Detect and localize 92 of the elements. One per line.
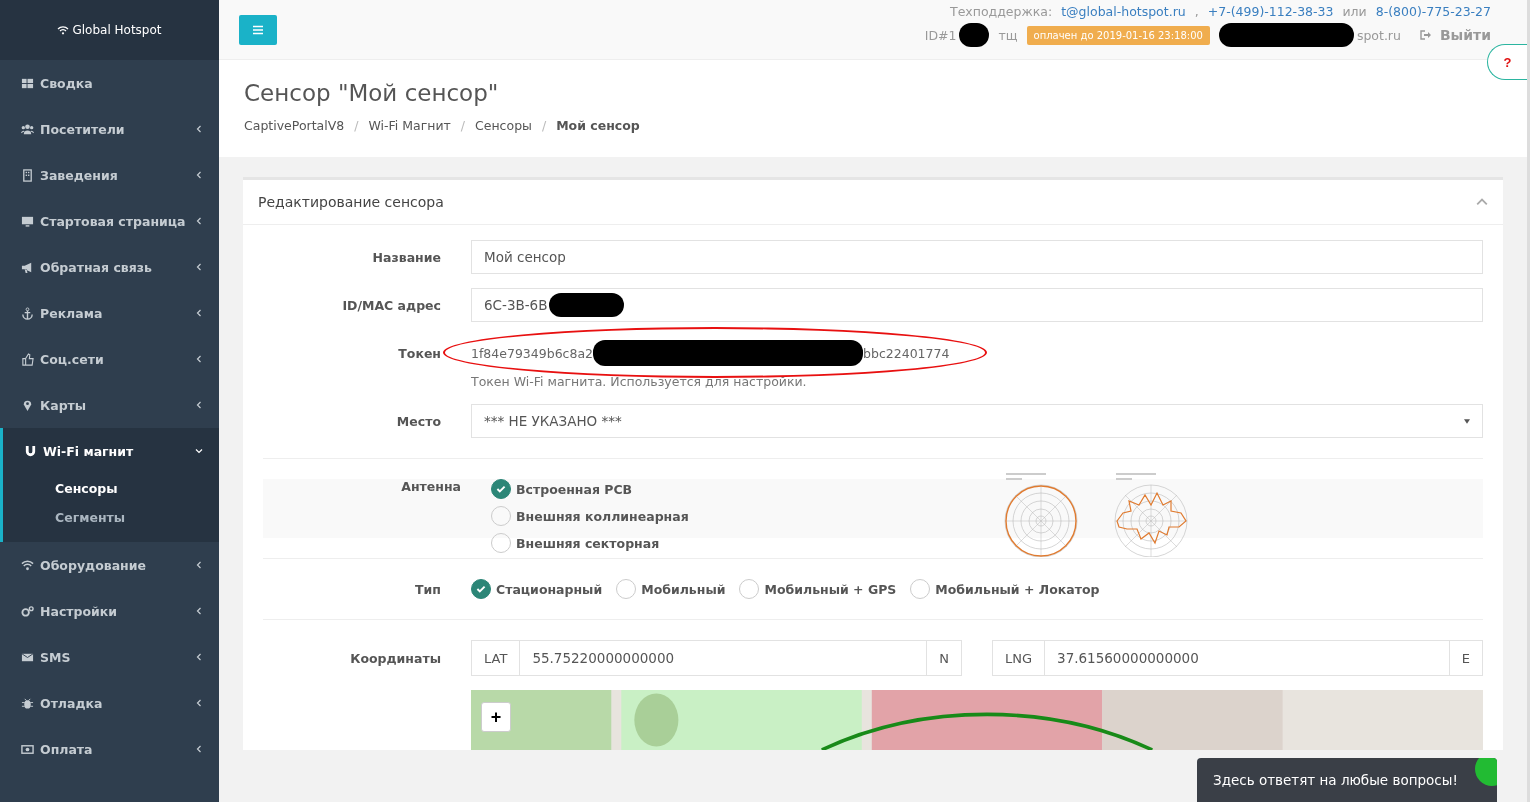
submenu-item[interactable]: Сегменты — [3, 503, 219, 532]
redaction-mark — [959, 23, 990, 47]
check-icon — [495, 483, 507, 495]
check-icon — [475, 583, 487, 595]
submenu-item[interactable]: Сенсоры — [3, 474, 219, 503]
help-button[interactable]: ? — [1487, 44, 1527, 80]
map-placeholder[interactable]: + — [471, 690, 1483, 750]
sidebar-item[interactable]: Соц.сети — [0, 336, 219, 382]
breadcrumb-item: Мой сенсор — [556, 118, 640, 133]
sidebar-item[interactable]: Заведения — [0, 152, 219, 198]
sidebar-item[interactable]: Сводка — [0, 60, 219, 106]
token-value-end: bbc22401774 — [863, 345, 950, 361]
sidebar-item[interactable]: Карты — [0, 382, 219, 428]
brand-logo[interactable]: Global Hotspot — [0, 0, 219, 60]
grid-icon — [21, 76, 34, 90]
sidebar-item[interactable]: Оборудование — [0, 542, 219, 588]
card-title: Редактирование сенсора — [258, 194, 444, 210]
radio-button[interactable] — [471, 579, 491, 599]
megaphone-icon — [21, 260, 34, 274]
input-prefix: LAT — [472, 641, 521, 675]
phone-link[interactable]: +7-(499)-112-38-33 — [1207, 4, 1334, 19]
radio-option[interactable]: Внешняя секторная — [491, 533, 971, 553]
or-text: или — [1342, 4, 1367, 19]
field-label: Координаты — [349, 650, 441, 666]
field-label: Антенна — [400, 479, 461, 494]
mac-address-input[interactable]: 6C-3B-6B — [471, 288, 1483, 322]
account-name: тщ — [998, 27, 1018, 43]
sidebar-item[interactable]: Отладка — [0, 680, 219, 726]
menu-button[interactable] — [239, 15, 277, 45]
field-label: ID/MAC адрес — [341, 297, 441, 313]
sidebar-item[interactable]: Реклама — [0, 290, 219, 336]
breadcrumb-item[interactable]: Wi-Fi Магнит — [368, 118, 451, 133]
sidebar-item[interactable]: Посетители — [0, 106, 219, 152]
input-suffix: N — [926, 641, 961, 675]
name-input[interactable]: Мой сенсор — [471, 240, 1483, 274]
sidebar-item[interactable]: Стартовая страница — [0, 198, 219, 244]
breadcrumb-separator: / — [460, 118, 466, 133]
building-icon — [21, 168, 34, 182]
zoom-in-button[interactable]: + — [481, 702, 511, 732]
sign-out-icon — [1419, 30, 1432, 40]
breadcrumb-item[interactable]: CaptivePortalV8 — [244, 118, 345, 133]
collapse-icon[interactable] — [1476, 198, 1488, 206]
support-email-link[interactable]: t@global-hotspot.ru — [1061, 4, 1186, 19]
sidebar-item[interactable]: Wi-Fi магнит — [3, 428, 219, 474]
radio-option[interactable]: Мобильный + GPS — [739, 579, 897, 599]
radio-option[interactable]: Внешняя коллинеарная — [491, 506, 971, 526]
sidebar-item[interactable]: Настройки — [0, 588, 219, 634]
chat-popup[interactable]: Здесь ответят на любые вопросы! — [1197, 758, 1497, 802]
input-prefix: LNG — [993, 641, 1046, 675]
wifi-icon — [57, 25, 70, 35]
paid-until-badge: оплачен до 2019-01-16 23:18:00 — [1026, 25, 1210, 45]
mail-icon — [21, 650, 34, 664]
money-icon — [21, 742, 34, 756]
field-label: Токен — [397, 345, 441, 361]
token-value-start: 1f84e79349b6c8a2 — [471, 345, 594, 361]
page-title: Сенсор "Мой сенсор" — [244, 80, 500, 106]
brand-name: Global Hotspot — [72, 23, 162, 37]
place-select[interactable]: *** НЕ УКАЗАНО *** — [471, 404, 1483, 438]
input-suffix: E — [1448, 641, 1482, 675]
field-label: Место — [395, 413, 441, 429]
sidebar-item[interactable]: Оплата — [0, 726, 219, 772]
radio-option[interactable]: Мобильный + Локатор — [910, 579, 1100, 599]
radio-option[interactable]: Стационарный — [471, 579, 603, 599]
wifi-icon — [21, 558, 34, 572]
thumb-icon — [21, 352, 34, 366]
radio-button[interactable] — [491, 479, 511, 499]
phone-link[interactable]: 8-(800)-775-23-27 — [1375, 4, 1491, 19]
bug-icon — [21, 696, 34, 710]
coordinate-input[interactable]: LNG 37.61560000000000 E — [992, 640, 1483, 676]
account-id: ID#1 — [924, 27, 957, 43]
sidebar-item[interactable]: Обратная связь — [0, 244, 219, 290]
breadcrumb-separator: / — [354, 118, 359, 133]
sidebar-item[interactable]: SMS — [0, 634, 219, 680]
caret-icon — [1464, 418, 1470, 424]
radio-option[interactable]: Встроенная PCB — [491, 479, 971, 499]
separator-text: , — [1194, 4, 1199, 19]
help-text: Токен Wi-Fi магнита. Используется для настройки. — [471, 374, 807, 389]
pin-icon — [21, 398, 34, 412]
breadcrumb-item[interactable]: Сенсоры — [475, 118, 532, 133]
menu-icon — [252, 25, 264, 35]
users-icon — [21, 122, 34, 136]
magnet-icon — [24, 444, 37, 458]
breadcrumb-separator: / — [541, 118, 547, 133]
anchor-icon — [21, 306, 34, 320]
account-email: spot.ru — [1356, 27, 1401, 43]
monitor-icon — [21, 214, 34, 228]
support-label: Техподдержка: — [950, 4, 1053, 19]
field-label: Тип — [414, 581, 441, 597]
coordinate-input[interactable]: LAT 55.75220000000000 N — [471, 640, 962, 676]
field-label: Название — [371, 249, 441, 265]
radio-option[interactable]: Мобильный — [616, 579, 726, 599]
gears-icon — [21, 604, 34, 618]
